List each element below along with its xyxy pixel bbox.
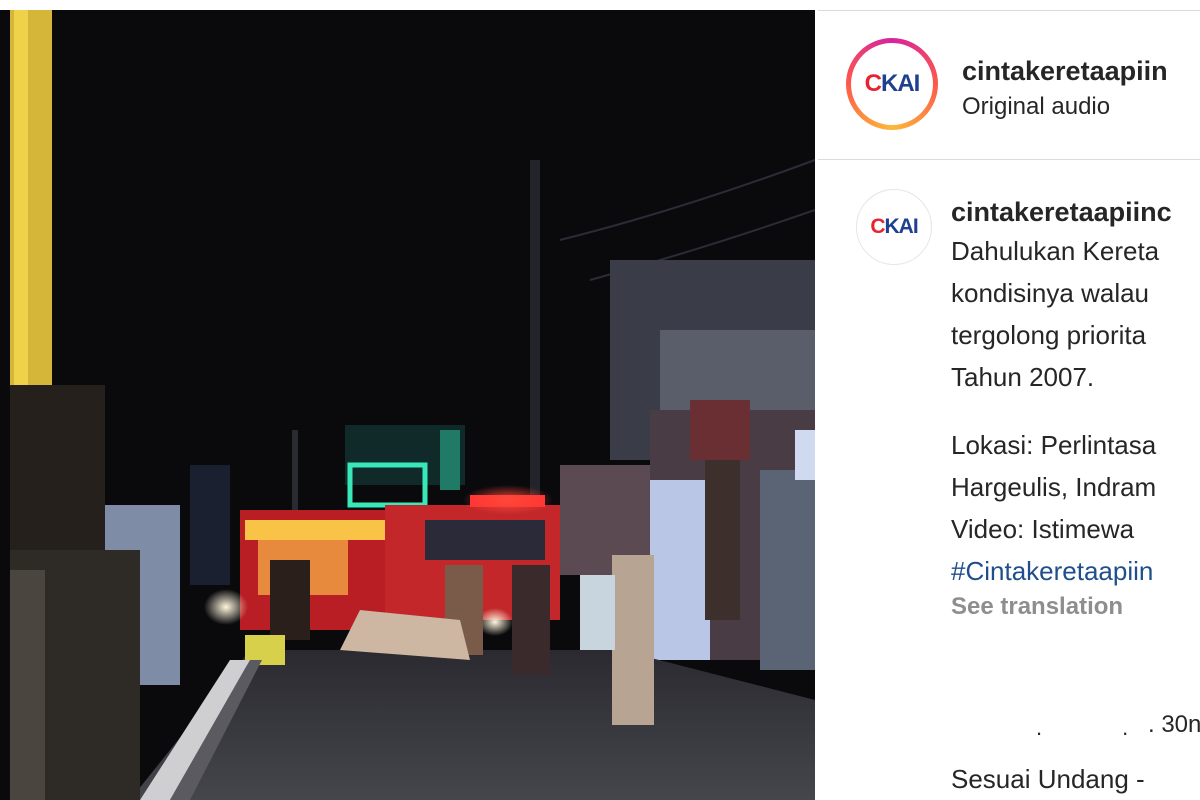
see-translation-link[interactable]: See translation xyxy=(951,592,1200,622)
instagram-post-view: CKAI cintakeretaapiin Original audio CKA… xyxy=(0,0,1200,800)
comment-timestamp: . 30n xyxy=(1148,711,1200,738)
post-side-panel: CKAI cintakeretaapiin Original audio CKA… xyxy=(818,10,1200,800)
caption-line: tergolong priorita xyxy=(951,320,1147,350)
kai-logo-icon: CKAI xyxy=(864,70,921,97)
hashtag-link[interactable]: #Cintakeretaapiin xyxy=(951,550,1200,592)
post-username[interactable]: cintakeretaapiin xyxy=(962,56,1168,87)
location-line: Lokasi: Perlintasa xyxy=(951,430,1157,460)
video-frame xyxy=(0,10,815,800)
story-avatar[interactable]: CKAI xyxy=(846,38,938,130)
caption-line: Dahulukan Kereta xyxy=(951,236,1160,266)
location-line: Hargeulis, Indram xyxy=(951,472,1157,502)
caption-line: Tahun 2007. xyxy=(951,362,1095,392)
caption: cintakeretaapiinc Dahulukan Kereta kondi… xyxy=(951,194,1200,622)
caption-username[interactable]: cintakeretaapiinc xyxy=(951,194,1200,230)
kai-logo-icon: CKAI xyxy=(870,215,918,238)
post-header: CKAI cintakeretaapiin Original audio xyxy=(818,11,1200,160)
avatar: CKAI xyxy=(851,43,933,125)
comment-text: Sesuai Undang - xyxy=(951,764,1145,794)
original-audio-link[interactable]: Original audio xyxy=(962,93,1110,121)
video-player[interactable] xyxy=(0,10,815,800)
caption-line: kondisinya walau xyxy=(951,278,1150,308)
video-credit-line: Video: Istimewa xyxy=(951,514,1135,544)
caption-avatar[interactable]: CKAI xyxy=(856,189,932,265)
